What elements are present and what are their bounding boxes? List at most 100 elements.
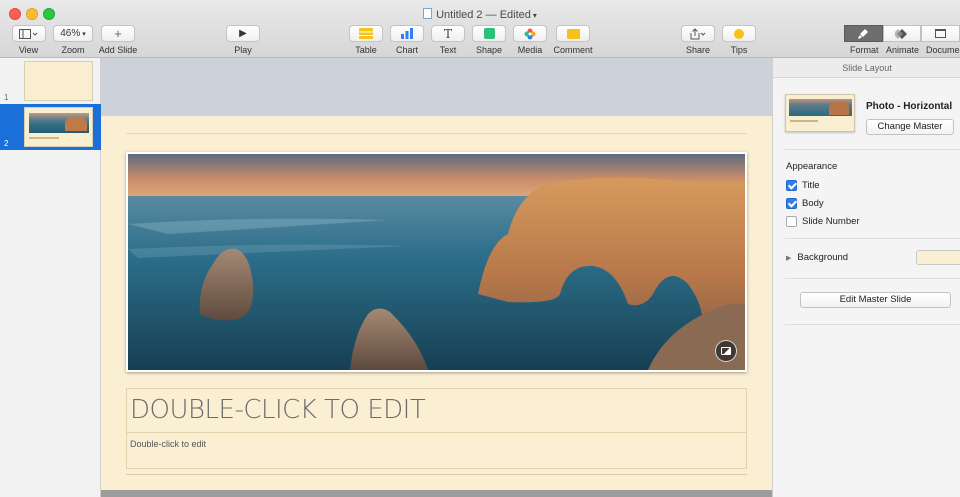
replace-media-button[interactable]	[715, 340, 737, 362]
divider	[785, 278, 960, 279]
share-button[interactable]	[681, 25, 715, 42]
add-slide-tool[interactable]: + Add Slide	[97, 25, 139, 55]
canvas-bottom-edge	[101, 490, 772, 497]
title-separator: —	[485, 9, 497, 21]
table-button[interactable]	[349, 25, 383, 42]
document-title[interactable]: Untitled 2 — Edited ▾	[0, 8, 960, 21]
body-placeholder[interactable]: Double-click to edit	[126, 433, 747, 469]
table-icon	[359, 28, 373, 39]
zoom-tool[interactable]: 46% ▾ Zoom	[53, 25, 93, 55]
slide-navigator: 1 2	[0, 58, 101, 497]
media-label: Media	[517, 45, 543, 55]
comment-tool[interactable]: Comment	[553, 25, 593, 55]
tab-animate[interactable]	[882, 25, 922, 42]
title-placeholder[interactable]: DOUBLE-CLICK TO EDIT	[126, 388, 747, 433]
thumbnail-title-line	[29, 137, 59, 139]
text-tool[interactable]: T Text	[431, 25, 465, 55]
slide-number-option[interactable]: Slide Number	[786, 215, 860, 227]
view-button[interactable]	[11, 25, 46, 42]
animate-diamond-icon	[895, 28, 907, 39]
add-slide-button[interactable]: +	[101, 25, 135, 42]
lightbulb-icon	[734, 28, 744, 39]
play-icon: ▶	[239, 28, 247, 39]
shape-tool[interactable]: Shape	[472, 25, 506, 55]
comment-icon	[566, 28, 580, 39]
tips-tool[interactable]: Tips	[722, 25, 756, 55]
slide-thumbnail-1[interactable]: 1	[0, 58, 101, 104]
chart-label: Chart	[395, 45, 418, 55]
inspector-title: Slide Layout	[773, 58, 960, 78]
slide[interactable]: DOUBLE-CLICK TO EDIT Double-click to edi…	[101, 116, 772, 497]
tab-document[interactable]	[921, 25, 960, 42]
title-placeholder-text: DOUBLE-CLICK TO EDIT	[130, 395, 426, 425]
title-checkbox[interactable]	[786, 179, 797, 191]
chart-tool[interactable]: Chart	[390, 25, 424, 55]
play-button[interactable]: ▶	[226, 25, 260, 42]
view-label: View	[18, 45, 39, 55]
format-label: Format	[850, 45, 879, 55]
table-tool[interactable]: Table	[349, 25, 383, 55]
slide-thumbnail-2[interactable]: 2	[0, 104, 101, 150]
slide-thumbnail-image	[24, 107, 93, 147]
chevron-down-icon: ▾	[82, 30, 86, 38]
chart-button[interactable]	[390, 25, 424, 42]
add-slide-label: Add Slide	[98, 45, 138, 55]
keynote-window: Untitled 2 — Edited ▾ View 46% ▾ Zoom + …	[0, 0, 960, 497]
shape-label: Shape	[475, 45, 503, 55]
zoom-select[interactable]: 46% ▾	[53, 25, 93, 42]
disclosure-triangle-icon: ▶	[786, 255, 792, 262]
title-option[interactable]: Title	[786, 179, 820, 191]
share-label: Share	[685, 45, 711, 55]
edit-master-slide-button[interactable]: Edit Master Slide	[800, 292, 951, 308]
body-checkbox[interactable]	[786, 197, 797, 209]
divider	[785, 324, 960, 325]
divider	[785, 238, 960, 239]
document-icon	[423, 8, 433, 19]
slide-number: 1	[4, 93, 9, 102]
shape-button[interactable]	[472, 25, 506, 42]
document-label: Document	[926, 45, 960, 55]
share-icon	[690, 27, 706, 39]
master-thumbnail[interactable]	[785, 94, 855, 132]
master-name: Photo - Horizontal	[866, 101, 953, 112]
master-thumbnail-line	[790, 120, 818, 122]
view-tool[interactable]: View	[11, 25, 46, 55]
slide-canvas[interactable]: DOUBLE-CLICK TO EDIT Double-click to edi…	[101, 58, 772, 497]
body-option[interactable]: Body	[786, 197, 824, 209]
media-button[interactable]	[513, 25, 547, 42]
document-name: Untitled 2	[436, 9, 483, 21]
comment-label: Comment	[553, 45, 593, 55]
text-label: Text	[439, 45, 457, 55]
play-label: Play	[234, 45, 252, 55]
animate-label: Animate	[886, 45, 920, 55]
tips-label: Tips	[730, 45, 748, 55]
background-color-well[interactable]	[916, 250, 960, 265]
body-option-label: Body	[802, 197, 824, 209]
comment-button[interactable]	[556, 25, 590, 42]
slide-number-option-label: Slide Number	[802, 215, 860, 227]
sidebar-layout-icon	[18, 28, 37, 39]
change-master-button[interactable]: Change Master	[866, 119, 954, 135]
text-icon: T	[443, 26, 452, 41]
slide-top-rule	[126, 133, 747, 134]
table-label: Table	[355, 45, 377, 55]
background-disclosure[interactable]: ▶ Background	[786, 252, 848, 263]
zoom-label: Zoom	[61, 45, 85, 55]
document-status: Edited	[499, 9, 531, 21]
media-tool[interactable]: Media	[513, 25, 547, 55]
text-button[interactable]: T	[431, 25, 465, 42]
zoom-value: 46%	[60, 28, 81, 39]
tips-button[interactable]	[722, 25, 756, 42]
paintbrush-icon	[858, 28, 869, 39]
photo-placeholder[interactable]	[126, 152, 747, 372]
share-tool[interactable]: Share	[681, 25, 715, 55]
background-label: Background	[797, 252, 849, 263]
coastal-arch-photo	[128, 154, 745, 370]
chart-icon	[401, 28, 413, 39]
tab-format[interactable]	[844, 25, 883, 42]
slide-number-checkbox[interactable]	[786, 215, 797, 227]
title-option-label: Title	[802, 179, 820, 191]
divider	[785, 149, 960, 150]
inspector-tabs	[844, 25, 960, 42]
play-tool[interactable]: ▶ Play	[226, 25, 260, 55]
